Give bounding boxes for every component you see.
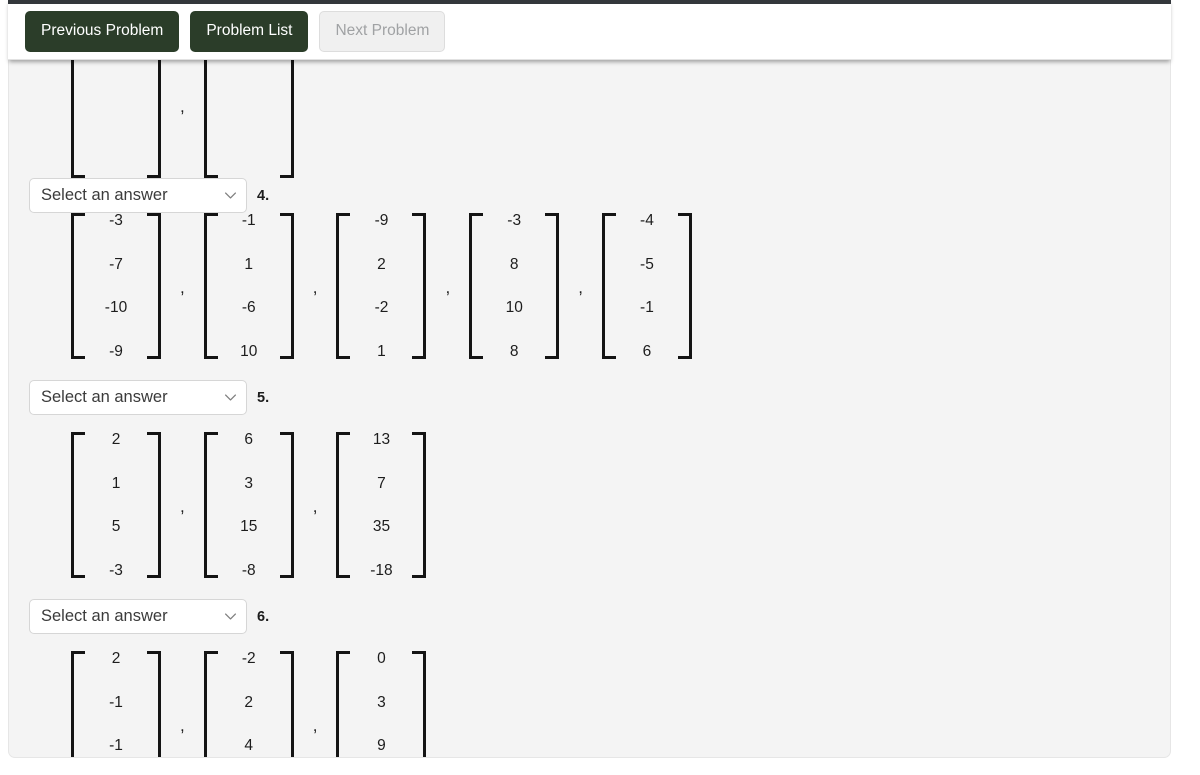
matrix-entry: 10 [240,342,258,360]
matrix-entry [97,76,135,92]
matrix: -2241 [203,650,294,757]
matrix-entry: 10 [505,299,523,316]
matrix-entry: 7 [377,474,386,492]
matrix-row: 2-1-14,-2241,03915 [9,650,1170,757]
matrix-entry: -10 [104,299,128,316]
matrix-entry [97,119,135,135]
matrix-separator: , [180,497,185,516]
matrix-entry [230,119,268,135]
matrix-entry: -1 [109,737,123,754]
matrix-entry: 15 [240,518,258,535]
matrix-entry: 3 [244,474,254,492]
matrix-entry: 6 [642,342,652,360]
problem-block: Select an answer 4. -3 -7 -10 -9, -1 1 -6 10, -9 2-… [9,178,1170,359]
problem-block: Select an answer6.2-1-14,-2241,03915 [9,599,1170,757]
answer-select-6[interactable]: Select an answer [29,599,247,634]
matrix-entry: 8 [509,342,519,360]
matrix-entry: 6 [244,431,254,448]
matrix-entry: -3 [109,212,123,229]
matrix-entry: 2 [111,431,121,448]
answer-select-value: Select an answer [41,186,168,204]
problem-prompt-row: Select an answer 4. [9,178,1170,213]
answer-select-value: Select an answer [41,607,168,625]
matrix: 03915 [336,650,427,757]
problem-block-clipped: , [9,60,1170,178]
answer-select-value: Select an answer [41,388,168,406]
problem-number: 4. [257,187,270,204]
matrix-entry: -6 [241,299,256,316]
matrix-entry: -9 [109,342,123,360]
matrix-row: 2 1 5 -3, 6 3 15 -8, 13 7 35 -18 [9,432,1170,578]
matrix-entry: -3 [507,212,522,229]
matrix-entry: 2 [377,255,386,273]
problem-prompt-row: Select an answer 6. [9,599,1170,634]
problem-prompt-row: Select an answer 5. [9,380,1170,415]
matrix-entry: 5 [111,518,121,535]
matrix-separator: , [180,716,185,735]
matrix-entry: -7 [109,255,123,273]
matrix-entry [97,163,135,179]
next-problem-button: Next Problem [319,11,446,52]
matrix: -3 8 10 8 [469,212,560,360]
answer-select-4[interactable]: Select an answer [29,178,247,213]
matrix-entry: -2 [241,650,256,667]
matrix: 2-1-14 [71,650,161,757]
chevron-down-icon [224,394,237,401]
problem-content-panel[interactable]: , Select an answer 4. -3 -7 -10 -9, -1 1 -6 10, -9… [8,60,1171,758]
matrix-separator: , [312,716,318,735]
chevron-down-icon [224,192,237,199]
problem-list: Select an answer 4. -3 -7 -10 -9, -1 1 -6 10, -9 2-… [9,178,1170,757]
matrix-entry: -5 [640,255,654,273]
matrix-entry: -9 [374,212,389,229]
matrix-separator: , [312,497,318,516]
matrix [71,60,161,178]
matrix-entry: 1 [111,474,121,492]
problem-navigation-toolbar: Previous Problem Problem List Next Probl… [8,0,1171,60]
matrix-separator: , [445,278,451,297]
matrix-entry: 1 [377,342,386,360]
matrix-entry: 2 [244,693,254,711]
matrix-separator: , [180,278,185,297]
matrix-entry: -1 [640,299,654,316]
matrix-entry: 9 [377,737,386,754]
matrix-row-clipped: , [9,60,1170,178]
matrix-separator: , [312,278,318,297]
matrix-entry: 8 [509,255,519,273]
matrix-entry [230,163,268,179]
matrix-entry: -1 [109,693,123,711]
answer-select-5[interactable]: Select an answer [29,380,247,415]
matrix: 2 1 5 -3 [71,432,161,578]
matrix-entry: 0 [377,650,386,667]
matrix: -1 1 -6 10 [203,212,294,360]
matrix: 6 3 15 -8 [203,431,294,579]
matrix [203,60,294,179]
matrix-entry: -18 [370,561,393,579]
problem-number: 5. [257,389,270,406]
chevron-down-icon [224,613,237,620]
matrix-entry: -8 [241,561,256,579]
matrix-entry [230,76,268,92]
matrix: -9 2 -2 1 [336,212,427,360]
matrix-separator: , [180,97,185,116]
problem-document: , Select an answer 4. -3 -7 -10 -9, -1 1 -6 10, -9… [9,60,1170,757]
matrix-entry: -3 [109,561,123,579]
matrix-entry: -4 [640,212,654,229]
matrix-entry: 13 [372,431,391,448]
matrix-entry: -1 [241,212,256,229]
matrix-entry: 35 [372,518,391,535]
matrix-entry: 3 [377,693,386,711]
problem-number: 6. [257,608,270,625]
previous-problem-button[interactable]: Previous Problem [25,11,180,52]
problem-block: Select an answer 5. 2 1 5 -3, 6 3 15 -8, 13 7 35 -18 [9,380,1170,578]
matrix-entry: 1 [244,255,254,273]
matrix: 13 7 35 -18 [336,431,427,579]
matrix-row: -3 -7 -10 -9, -1 1 -6 10, -9 2 -2 1, -3 8 10 8, -4 -5 -1 6 [9,213,1170,359]
matrix: -4 -5 -1 6 [601,212,692,360]
matrix-entry: -2 [374,299,389,316]
matrix-separator: , [578,278,583,297]
problem-list-button[interactable]: Problem List [190,11,309,52]
matrix: -3 -7 -10 -9 [71,213,161,359]
matrix-entry: 4 [244,737,254,754]
matrix-entry: 2 [111,650,121,667]
